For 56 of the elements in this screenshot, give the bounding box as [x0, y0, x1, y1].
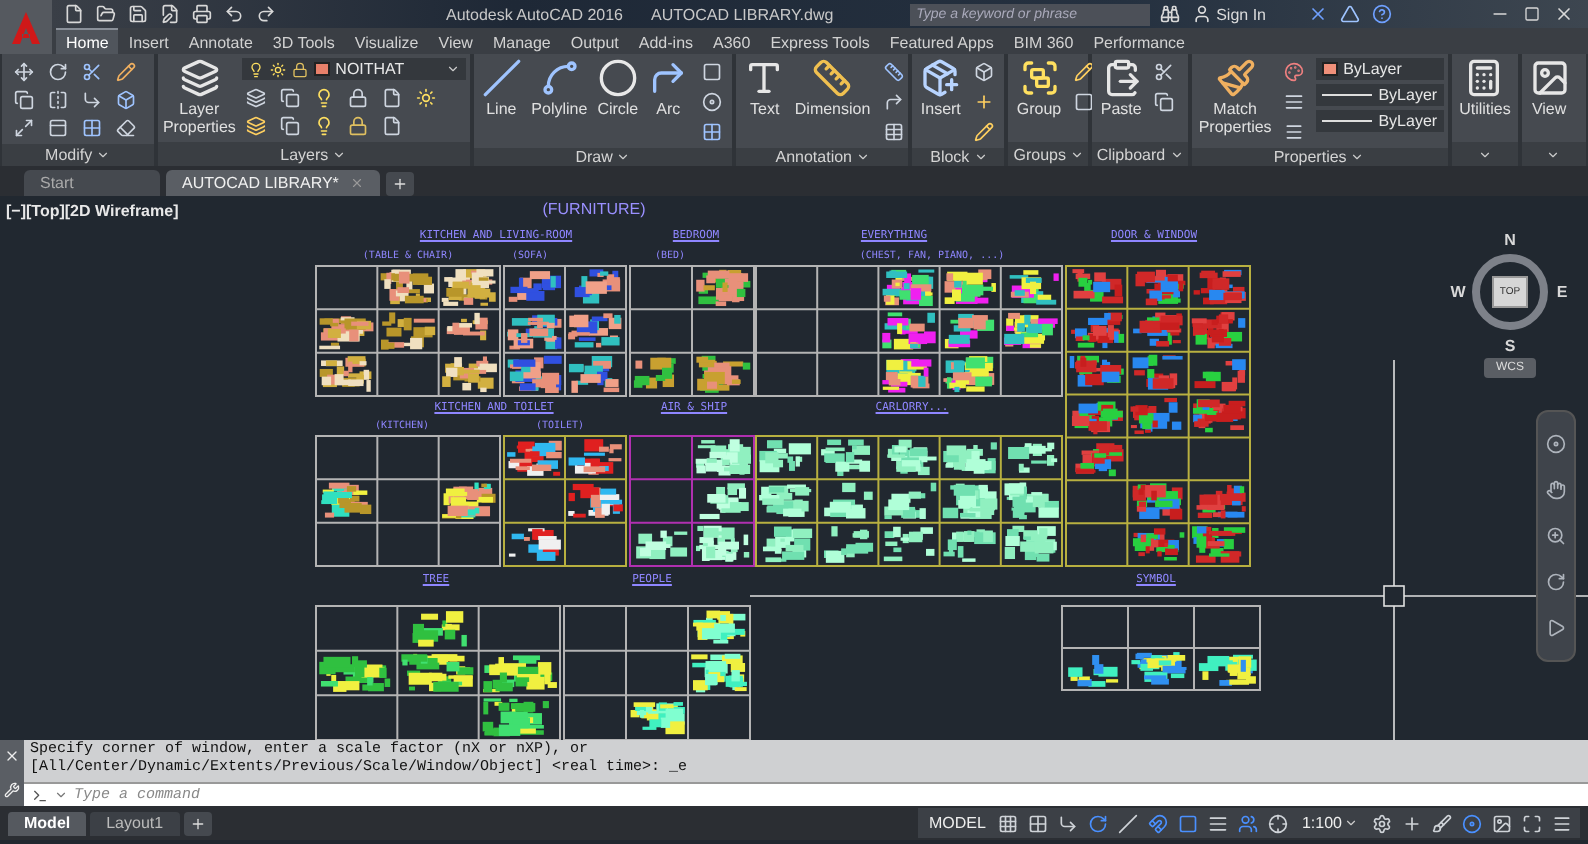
panel-title-button[interactable]: Groups	[1008, 142, 1089, 166]
ribbon-tab[interactable]: Annotate	[178, 28, 263, 54]
panel-title-button[interactable]: Annotation	[736, 148, 909, 166]
drawing-title: (FURNITURE)	[542, 200, 646, 218]
panel-title-button[interactable]: Draw	[473, 148, 733, 166]
panel-title-button[interactable]: Block	[912, 148, 1005, 166]
sign-in-button[interactable]: Sign In	[1188, 4, 1270, 24]
property-value: ByLayer	[1378, 86, 1438, 104]
ribbon-tab[interactable]: BIM 360	[1003, 28, 1084, 54]
ribbon-button[interactable]: Group	[1014, 58, 1064, 118]
ribbon-button[interactable]: Line	[479, 58, 524, 118]
ribbon-tab[interactable]: Insert	[118, 28, 179, 54]
layout-tab[interactable]: Model	[8, 811, 87, 835]
ribbon-tab[interactable]: Featured Apps	[879, 28, 1004, 54]
ribbon-button[interactable]: Polyline	[529, 58, 590, 118]
ribbon-tab[interactable]: Add-ins	[628, 28, 704, 54]
property-value: ByLayer	[1343, 60, 1402, 78]
layer-dropdown[interactable]: NOITHAT	[241, 58, 466, 80]
file-name: AUTOCAD LIBRARY.dwg	[651, 5, 834, 23]
viewport-label[interactable]: [−][Top][2D Wireframe]	[6, 202, 179, 220]
ribbon-tab[interactable]: Output	[560, 28, 629, 54]
panel-title-button[interactable]: Layers	[157, 142, 470, 166]
compass-direction: S	[1504, 337, 1516, 355]
ribbon-tab[interactable]: 3D Tools	[262, 28, 345, 54]
ribbon-button[interactable]: Layer Properties	[163, 58, 236, 136]
ribbon-tab[interactable]: View	[428, 28, 483, 54]
panel-title-button[interactable]: Modify	[2, 144, 154, 166]
ribbon-button[interactable]: Circle	[595, 58, 641, 118]
compass-direction: W	[1450, 283, 1466, 301]
ribbon-tab[interactable]: Express Tools	[760, 28, 880, 54]
panel-title-button[interactable]: Clipboard	[1092, 142, 1188, 166]
compass-direction: N	[1504, 231, 1516, 249]
property-dropdown[interactable]: ByLayer	[1315, 110, 1444, 132]
ribbon-tab[interactable]: Home	[56, 28, 119, 54]
ribbon-button[interactable]: Arc	[646, 58, 691, 118]
ribbon-button[interactable]: Text	[742, 58, 787, 118]
compass-direction: E	[1556, 283, 1568, 301]
property-value: ByLayer	[1378, 112, 1438, 130]
window-title: Autodesk AutoCAD 2016	[446, 5, 624, 23]
layout-tab[interactable]: Layout1	[90, 811, 180, 835]
file-tab[interactable]: Start	[24, 170, 160, 196]
layer-name: NOITHAT	[335, 60, 405, 78]
ribbon-tab[interactable]: A360	[703, 28, 761, 54]
ribbon-tab[interactable]: Performance	[1083, 28, 1195, 54]
ribbon-button[interactable]: Paste	[1098, 58, 1144, 118]
ribbon-button[interactable]: Dimension	[792, 58, 873, 118]
ribbon-button[interactable]: Match Properties	[1197, 58, 1274, 136]
ribbon-tab[interactable]: Visualize	[344, 28, 429, 54]
model-space-button[interactable]: MODEL	[923, 814, 992, 832]
property-dropdown[interactable]: ByLayer	[1315, 84, 1444, 106]
ribbon-tab[interactable]: Manage	[482, 28, 561, 54]
panel-title-button[interactable]: Properties	[1191, 148, 1448, 166]
ribbon-button[interactable]: Insert	[918, 58, 963, 118]
file-tab[interactable]: AUTOCAD LIBRARY*	[166, 170, 381, 196]
scale-button[interactable]: 1:100	[1295, 814, 1364, 832]
property-dropdown[interactable]: ByLayer	[1315, 58, 1444, 80]
